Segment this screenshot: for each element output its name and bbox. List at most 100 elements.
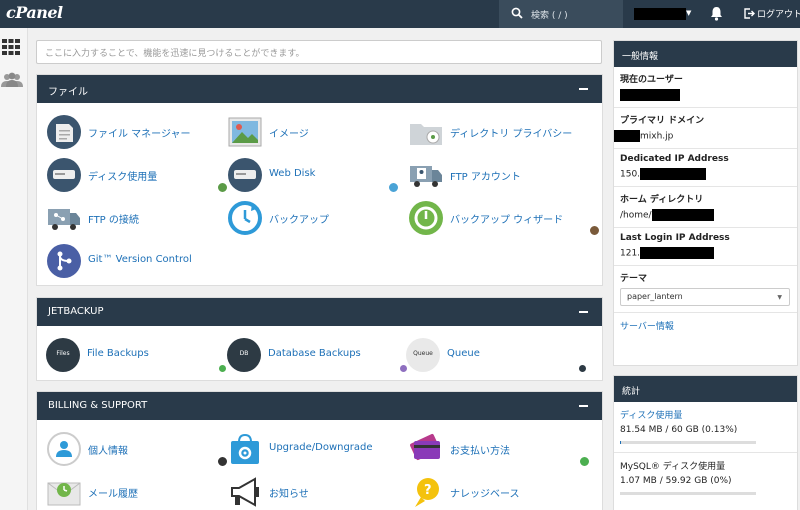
queue-icon: Queue: [406, 338, 440, 372]
last-login-ip-redacted: [640, 247, 715, 259]
backup-item[interactable]: バックアップ: [228, 201, 398, 235]
wizard-hat-icon: [588, 224, 601, 237]
files-icon-text: Files: [56, 350, 70, 357]
home-directory-redacted: [651, 209, 714, 221]
disk-usage-stat-link[interactable]: ディスク使用量: [620, 408, 791, 421]
web-disk-item[interactable]: Web Disk: [228, 158, 400, 194]
ftp-accounts-label: FTP アカウント: [450, 172, 521, 183]
web-disk-label: Web Disk: [269, 168, 316, 179]
svg-text:?: ?: [424, 483, 432, 498]
database-backups-item[interactable]: DB Database Backups: [227, 338, 409, 374]
ftp-connections-label: FTP の接続: [88, 215, 139, 226]
dedicated-ip-label: Dedicated IP Address: [620, 154, 729, 164]
knowledge-base-item[interactable]: ? ナレッジベース: [409, 475, 589, 509]
user-menu[interactable]: ▼: [630, 0, 698, 28]
last-login-ip-value: 121.: [620, 248, 641, 259]
megaphone-icon: [231, 477, 259, 507]
payment-method-item[interactable]: お支払い方法: [409, 432, 591, 468]
jetbackup-panel-title: JETBACKUP: [48, 306, 104, 317]
backup-wizard-item[interactable]: バックアップ ウィザード: [409, 201, 601, 237]
billing-support-panel: BILLING & SUPPORT 個人情報 Upgrade/Downgrade…: [36, 391, 603, 510]
git-version-control-label: Git™ Version Control: [88, 254, 192, 265]
grid-icon[interactable]: [2, 39, 20, 55]
chevron-down-icon: ▼: [777, 294, 782, 301]
mysql-usage-progress: [620, 492, 756, 495]
dedicated-ip-redacted: [640, 168, 707, 180]
disk-usage-item[interactable]: ディスク使用量: [47, 158, 229, 194]
queue-label: Queue: [447, 348, 480, 359]
collapse-icon[interactable]: [579, 88, 588, 90]
cpanel-logo[interactable]: cPanel: [6, 3, 63, 22]
mysql-usage-stat-label: MySQL® ディスク使用量: [620, 462, 726, 472]
files-panel: ファイル ファイル マネージャー イメージ ディレクトリ プライバシー ディスク…: [36, 74, 603, 286]
email-history-item[interactable]: メール履歴: [47, 475, 227, 509]
ftp-connections-item[interactable]: FTP の接続: [47, 201, 227, 235]
git-version-control-item[interactable]: Git™ Version Control: [47, 244, 227, 278]
general-info-title: 一般情報: [614, 41, 797, 67]
directory-privacy-label: ディレクトリ プライバシー: [450, 129, 573, 140]
disk-usage-progress: [620, 441, 756, 444]
personal-info-label: 個人情報: [88, 446, 128, 457]
stats-title: 統計: [614, 376, 797, 402]
search-icon: [511, 7, 523, 19]
global-search[interactable]: 検索 ( / ): [499, 0, 623, 28]
directory-privacy-item[interactable]: ディレクトリ プライバシー: [409, 115, 599, 149]
lightbulb-icon: ?: [415, 478, 439, 507]
knowledge-base-label: ナレッジベース: [450, 489, 520, 500]
folder-lock-icon: [410, 124, 442, 145]
collapse-icon[interactable]: [579, 311, 588, 313]
disk-usage-label: ディスク使用量: [88, 172, 158, 183]
primary-domain-label: プライマリ ドメイン: [620, 116, 705, 126]
theme-select[interactable]: paper_lantern ▼: [620, 288, 790, 306]
jetbackup-panel: JETBACKUP Files File Backups DB Database…: [36, 297, 603, 381]
server-info-link[interactable]: サーバー情報: [614, 313, 797, 338]
upgrade-downgrade-item[interactable]: Upgrade/Downgrade: [228, 432, 408, 466]
billing-support-panel-header[interactable]: BILLING & SUPPORT: [37, 392, 602, 420]
dedicated-ip-value: 150.: [620, 169, 641, 180]
username-redacted: [634, 8, 686, 20]
files-panel-header[interactable]: ファイル: [37, 75, 602, 103]
queue-item[interactable]: Queue Queue: [406, 338, 588, 374]
file-backups-label: File Backups: [87, 348, 149, 359]
current-user-row: 現在のユーザー: [614, 67, 797, 108]
disk-usage-stat-value: 81.54 MB / 60 GB (0.13%): [620, 425, 738, 435]
mysql-usage-stat-value: 1.07 MB / 59.92 GB (0%): [620, 476, 732, 486]
collapse-icon[interactable]: [579, 405, 588, 407]
database-backup-icon: DB: [227, 338, 261, 372]
backup-icon: [228, 201, 262, 235]
feature-search-input[interactable]: ここに入力することで、機能を迅速に見つけることができます。: [36, 40, 602, 64]
announcements-item[interactable]: お知らせ: [228, 475, 408, 509]
file-manager-label: ファイル マネージャー: [88, 129, 191, 140]
top-bar: cPanel 検索 ( / ) ▼ ログアウト: [0, 0, 800, 28]
personal-info-item[interactable]: 個人情報: [47, 432, 229, 468]
mysql-usage-stat: MySQL® ディスク使用量 1.07 MB / 59.92 GB (0%): [614, 453, 797, 503]
git-icon: [47, 244, 81, 278]
current-user-label: 現在のユーザー: [620, 75, 683, 85]
file-backups-item[interactable]: Files File Backups: [46, 338, 228, 374]
images-item[interactable]: イメージ: [228, 115, 398, 149]
logout-label: ログアウト: [757, 10, 800, 20]
check-icon: [578, 455, 591, 468]
web-disk-icon: [228, 158, 262, 192]
current-user-redacted: [620, 89, 680, 101]
chevron-down-icon: ▼: [686, 9, 692, 17]
backup-label: バックアップ: [269, 215, 329, 226]
primary-domain-row: プライマリ ドメイン mixh.jp: [614, 108, 797, 149]
general-info-panel: 一般情報 現在のユーザー プライマリ ドメイン mixh.jp Dedicate…: [613, 40, 798, 366]
last-login-ip-row: Last Login IP Address 121.: [614, 228, 797, 266]
theme-select-value: paper_lantern: [627, 292, 683, 301]
primary-domain-value: mixh.jp: [640, 131, 674, 142]
envelope-clock-icon: [47, 482, 81, 506]
payment-method-label: お支払い方法: [450, 446, 510, 457]
last-login-ip-label: Last Login IP Address: [620, 233, 730, 243]
global-search-placeholder: 検索 ( / ): [531, 11, 568, 21]
ftp-accounts-item[interactable]: FTP アカウント: [409, 158, 599, 192]
announcements-label: お知らせ: [269, 489, 309, 500]
home-directory-value: /home/: [620, 210, 652, 221]
bell-icon[interactable]: [710, 6, 723, 21]
file-manager-item[interactable]: ファイル マネージャー: [47, 115, 227, 149]
users-icon[interactable]: [1, 72, 23, 88]
logout-icon: [744, 8, 755, 19]
jetbackup-panel-header[interactable]: JETBACKUP: [37, 298, 602, 326]
backup-wizard-icon: [409, 201, 443, 235]
